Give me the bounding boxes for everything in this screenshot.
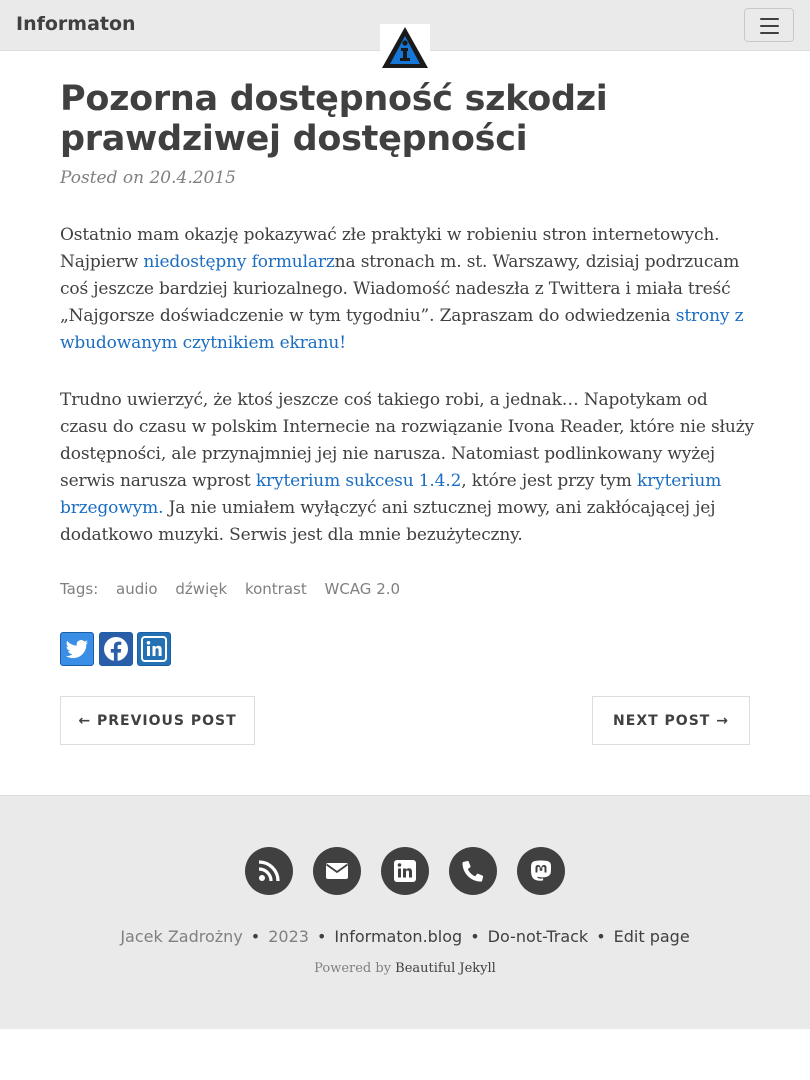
share-linkedin-button[interactable] bbox=[137, 632, 171, 666]
footer-dnt-link[interactable]: Do-not-Track bbox=[488, 927, 589, 946]
facebook-icon bbox=[104, 637, 128, 662]
linkedin-icon bbox=[141, 636, 167, 662]
info-triangle-logo-icon bbox=[382, 27, 428, 68]
post-date: Posted on 20.4.2015 bbox=[60, 168, 236, 188]
footer-mastodon-button[interactable] bbox=[517, 847, 565, 895]
footer: Jacek Zadrożny • 2023 • Informaton.blog • Do-n… bbox=[0, 795, 810, 1029]
footer-linkedin-button[interactable] bbox=[381, 847, 429, 895]
post-paragraph-1: Ostatnio mam okazję pokazywać złe prakty… bbox=[60, 225, 744, 353]
tags-label: Tags: bbox=[60, 580, 99, 598]
inline-link-form[interactable]: niedostępny formularz bbox=[143, 252, 334, 272]
post-tags: Tags: audio dźwięk kontrast WCAG 2.0 bbox=[60, 580, 413, 598]
footer-author: Jacek Zadrożny bbox=[120, 927, 243, 946]
footer-edit-page-link[interactable]: Edit page bbox=[614, 927, 690, 946]
rss-icon bbox=[258, 860, 280, 882]
twitter-icon bbox=[66, 640, 88, 659]
footer-site-link[interactable]: Informaton.blog bbox=[334, 927, 462, 946]
tag-link[interactable]: WCAG 2.0 bbox=[325, 580, 401, 598]
logo-link[interactable] bbox=[380, 24, 430, 70]
tag-link[interactable]: audio bbox=[116, 580, 158, 598]
tag-link[interactable]: dźwięk bbox=[175, 580, 227, 598]
footer-copyright: Jacek Zadrożny • 2023 • Informaton.blog • Do-n… bbox=[120, 927, 690, 946]
hamburger-menu-icon bbox=[760, 18, 779, 20]
post-paragraph-2: Trudno uwierzyć, że ktoś jeszcze coś tak… bbox=[60, 390, 754, 545]
tag-link[interactable]: kontrast bbox=[245, 580, 307, 598]
footer-powered-by: Powered by Beautiful Jekyll bbox=[314, 961, 496, 976]
next-post-button[interactable]: NEXT POST → bbox=[592, 696, 750, 745]
footer-phone-button[interactable] bbox=[449, 847, 497, 895]
previous-post-button[interactable]: ← PREVIOUS POST bbox=[60, 696, 255, 745]
footer-rss-button[interactable] bbox=[245, 847, 293, 895]
mastodon-icon bbox=[531, 860, 551, 881]
hamburger-menu-button[interactable] bbox=[744, 8, 794, 42]
footer-year: 2023 bbox=[268, 927, 309, 946]
footer-email-button[interactable] bbox=[313, 847, 361, 895]
envelope-icon bbox=[325, 863, 349, 879]
site-brand-link[interactable]: Informaton bbox=[16, 13, 136, 35]
share-twitter-button[interactable] bbox=[60, 632, 94, 666]
linkedin-icon bbox=[394, 860, 416, 882]
share-facebook-button[interactable] bbox=[99, 632, 133, 666]
beautiful-jekyll-link[interactable]: Beautiful Jekyll bbox=[395, 961, 496, 976]
phone-icon bbox=[462, 860, 484, 882]
inline-link-criterion-142[interactable]: kryterium sukcesu 1.4.2 bbox=[256, 471, 462, 491]
post-title: Pozorna dostępność szkodzi prawdziwej do… bbox=[60, 79, 608, 159]
